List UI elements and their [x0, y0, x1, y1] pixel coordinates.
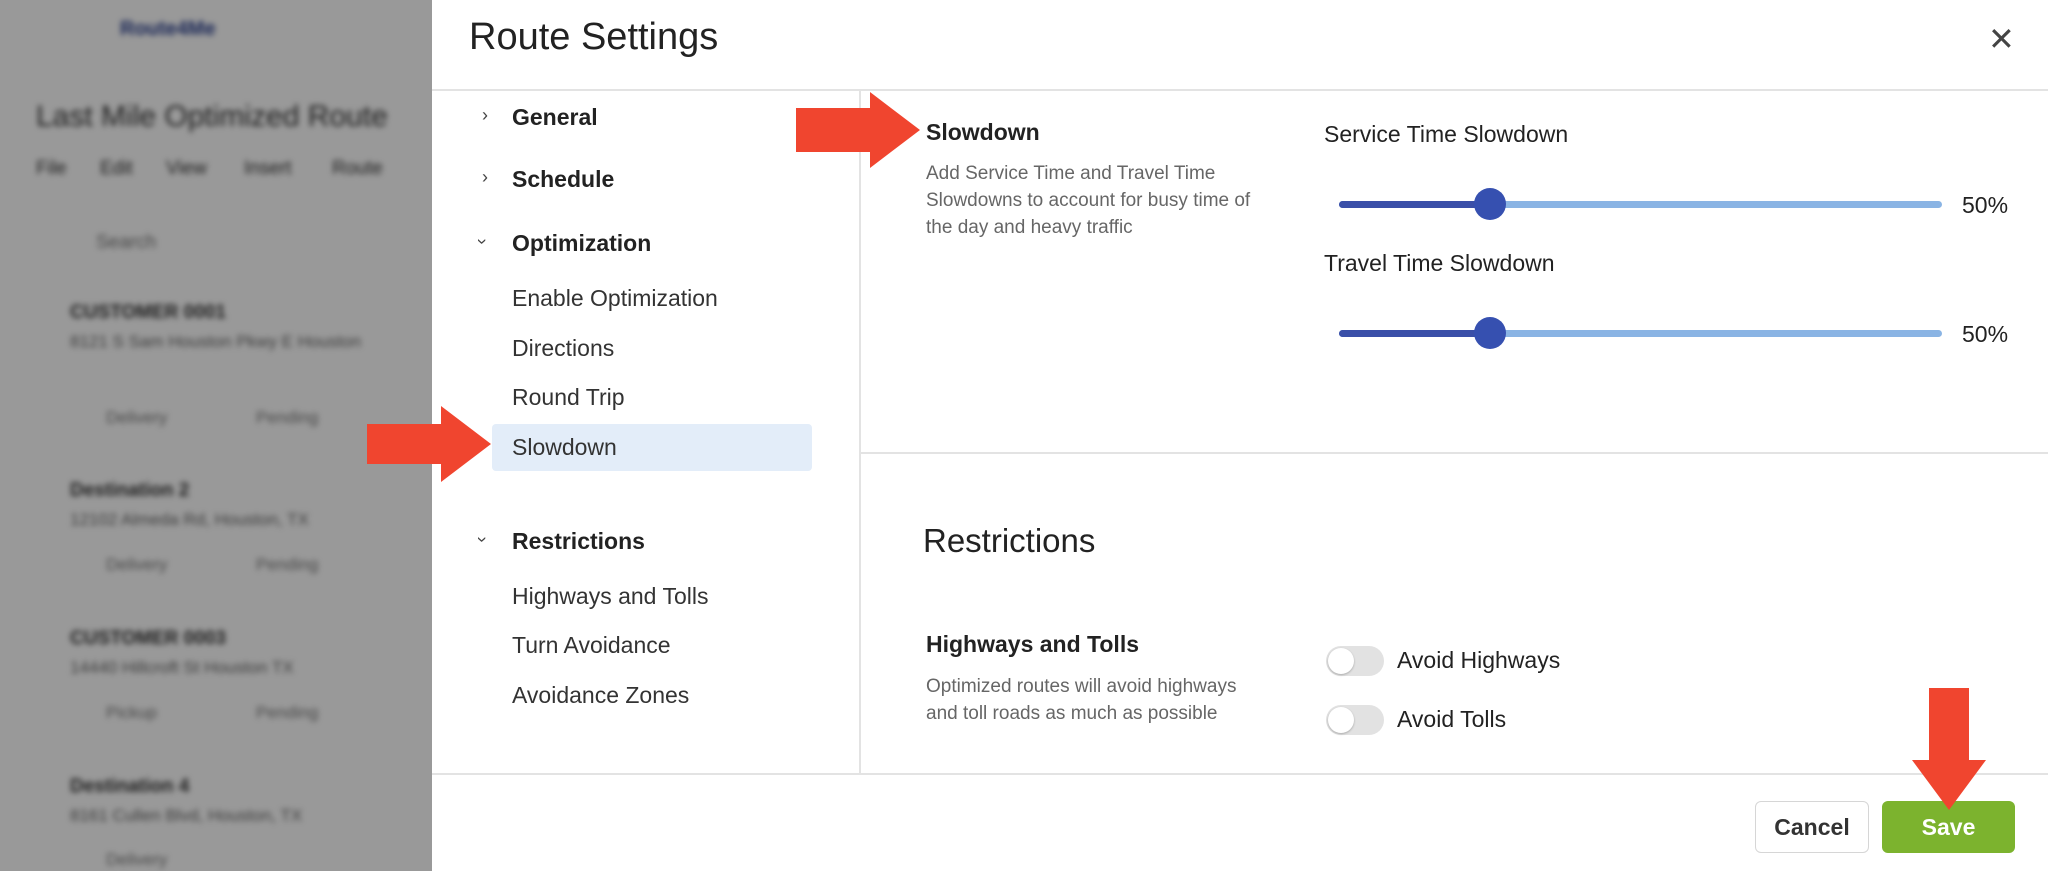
- modal-title: Route Settings: [469, 16, 719, 58]
- avoid-tolls-toggle[interactable]: [1326, 705, 1384, 735]
- restrictions-heading: Restrictions: [923, 522, 1096, 559]
- nav-round-trip[interactable]: Round Trip: [512, 384, 625, 411]
- avoid-tolls-label: Avoid Tolls: [1397, 706, 1507, 732]
- slowdown-title: Slowdown: [926, 119, 1040, 145]
- close-icon[interactable]: ✕: [1988, 20, 2015, 58]
- highways-tolls-description: Optimized routes will avoid highways and…: [926, 676, 1237, 724]
- route-settings-modal: Route Settings ✕ › General › Schedule › …: [432, 0, 2048, 871]
- annotation-arrow-right-icon: [796, 92, 920, 168]
- annotation-arrow-down-icon: [1912, 688, 1986, 810]
- nav-general[interactable]: General: [512, 104, 598, 131]
- nav-restrictions[interactable]: Restrictions: [512, 528, 645, 555]
- travel-time-slider-thumb[interactable]: [1473, 317, 1506, 349]
- annotation-arrow-right-icon: [367, 406, 491, 482]
- nav-enable-optimization[interactable]: Enable Optimization: [512, 285, 718, 312]
- nav-slowdown[interactable]: Slowdown: [512, 434, 617, 461]
- nav-highways-tolls[interactable]: Highways and Tolls: [512, 583, 708, 610]
- service-time-label: Service Time Slowdown: [1324, 121, 1569, 147]
- nav-turn-avoidance[interactable]: Turn Avoidance: [512, 632, 671, 659]
- avoid-highways-toggle[interactable]: [1326, 646, 1384, 676]
- slowdown-description: Add Service Time and Travel Time Slowdow…: [926, 163, 1251, 238]
- chevron-down-icon: ›: [472, 238, 493, 245]
- highways-tolls-title: Highways and Tolls: [926, 631, 1139, 657]
- chevron-right-icon: ›: [482, 167, 488, 187]
- cancel-button[interactable]: Cancel: [1755, 801, 1869, 853]
- nav-divider: [859, 90, 861, 773]
- nav-schedule[interactable]: Schedule: [512, 166, 614, 193]
- travel-time-value: 50%: [1962, 321, 2009, 347]
- travel-time-label: Travel Time Slowdown: [1324, 250, 1555, 276]
- section-divider: [861, 452, 2048, 454]
- nav-optimization[interactable]: Optimization: [512, 230, 651, 257]
- service-time-slider[interactable]: [1339, 188, 1942, 220]
- chevron-right-icon: ›: [482, 105, 488, 125]
- chevron-down-icon: ›: [472, 536, 493, 543]
- avoid-highways-label: Avoid Highways: [1397, 647, 1561, 673]
- nav-directions[interactable]: Directions: [512, 335, 614, 362]
- nav-avoidance-zones[interactable]: Avoidance Zones: [512, 682, 689, 709]
- footer-divider: [432, 773, 2048, 775]
- travel-time-slider[interactable]: [1339, 317, 1942, 349]
- header-divider: [432, 89, 2048, 91]
- service-time-slider-thumb[interactable]: [1473, 188, 1506, 220]
- service-time-value: 50%: [1962, 192, 2009, 218]
